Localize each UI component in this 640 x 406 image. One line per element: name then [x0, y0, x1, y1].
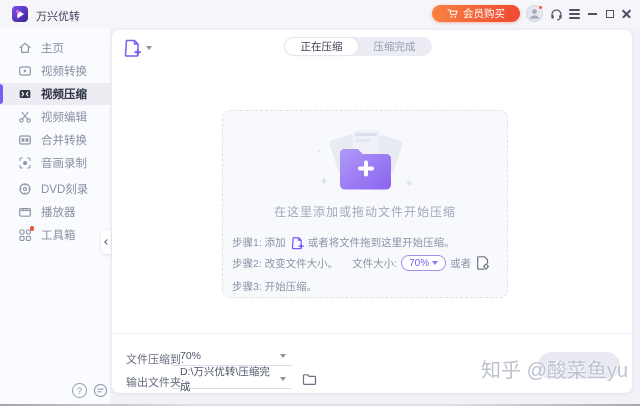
tab-compress-finished[interactable]: 压缩完成 [358, 38, 431, 55]
file-settings-icon[interactable] [475, 255, 491, 271]
add-file-icon [122, 38, 142, 58]
scissors-icon [18, 110, 32, 124]
file-dropzone[interactable]: 在这里添加或拖动文件开始压缩 步骤1: 添加 或者将文件拖到这里开始压缩。 步骤… [222, 110, 508, 298]
dropzone-hint-text: 在这里添加或拖动文件开始压缩 [223, 203, 507, 220]
sidebar-item-label: 视频转换 [41, 63, 87, 79]
footer-divider [112, 333, 632, 334]
home-icon [18, 41, 32, 55]
merge-convert-icon [18, 133, 32, 147]
toolbox-icon [18, 228, 32, 242]
chevron-down-icon [280, 354, 286, 358]
compress-button[interactable] [538, 352, 620, 379]
tab-compressing[interactable]: 正在压缩 [285, 38, 358, 55]
app-window: 万兴优转 会员购买 [0, 0, 640, 406]
window-maximize-button[interactable] [603, 8, 617, 20]
help-icon[interactable]: ? [72, 383, 87, 398]
folder-icon [302, 373, 317, 386]
titlebar: 万兴优转 会员购买 [0, 0, 640, 28]
video-compress-icon [18, 87, 32, 101]
sidebar-item-label: 播放器 [41, 204, 76, 220]
notification-dot [538, 5, 543, 10]
sidebar-item-video-compress[interactable]: 视频压缩 [0, 83, 110, 105]
sidebar-item-label: 合并转换 [41, 132, 87, 148]
window-minimize-button[interactable] [585, 8, 599, 20]
player-icon [18, 205, 32, 219]
record-icon [18, 156, 32, 170]
chevron-down-icon [146, 46, 152, 50]
app-title: 万兴优转 [36, 8, 80, 24]
sidebar-item-video-convert[interactable]: 视频转换 [0, 60, 110, 82]
file-size-dropdown[interactable]: 70% [401, 255, 446, 271]
sidebar-item-player[interactable]: 播放器 [0, 201, 110, 223]
window-close-button[interactable] [620, 8, 634, 20]
output-folder-dropdown[interactable]: D:\万兴优转\压缩完成 [172, 370, 292, 389]
sidebar-item-merge-convert[interactable]: 合并转换 [0, 129, 110, 151]
sidebar-item-home[interactable]: 主页 [0, 37, 110, 59]
cart-icon [447, 9, 458, 19]
sidebar-item-label: 主页 [41, 40, 64, 56]
sidebar-item-label: DVD刻录 [41, 181, 88, 197]
chevron-down-icon [432, 261, 438, 265]
buy-membership-label: 会员购买 [463, 6, 505, 21]
sidebar-item-label: 视频编辑 [41, 109, 87, 125]
sidebar-collapse-handle[interactable] [101, 230, 111, 254]
sidebar-item-dvd-burn[interactable]: DVD刻录 [0, 178, 110, 200]
feedback-icon[interactable] [93, 383, 108, 398]
toolbox-badge-dot [30, 226, 35, 231]
sidebar-item-video-edit[interactable]: 视频编辑 [0, 106, 110, 128]
sidebar-item-toolbox[interactable]: 工具箱 [0, 224, 110, 246]
add-file-button[interactable] [120, 36, 158, 60]
sidebar-item-record[interactable]: 音画录制 [0, 152, 110, 174]
sidebar-item-label: 工具箱 [41, 227, 76, 243]
step-2-row: 步骤2: 改变文件大小。 文件大小: 70% 或者 [232, 255, 491, 271]
video-convert-icon [18, 64, 32, 78]
add-file-icon [290, 236, 304, 250]
sidebar: 主页 视频转换 视频压缩 视频编辑 合并转换 [0, 28, 110, 406]
compress-status-tabs: 正在压缩 压缩完成 [284, 37, 432, 56]
chevron-left-icon [104, 239, 110, 245]
step-3-row: 步骤3: 开始压缩。 [232, 279, 317, 294]
dvd-disc-icon [18, 182, 32, 196]
user-avatar[interactable] [526, 5, 543, 22]
support-headset-icon[interactable] [548, 7, 564, 21]
sidebar-item-label: 视频压缩 [41, 86, 87, 102]
step-1-row: 步骤1: 添加 或者将文件拖到这里开始压缩。 [232, 235, 455, 250]
buy-membership-button[interactable]: 会员购买 [432, 5, 520, 22]
folder-add-illustration [306, 121, 426, 201]
menu-hamburger-icon[interactable] [566, 7, 582, 21]
chevron-down-icon [280, 377, 286, 381]
sidebar-item-label: 音画录制 [41, 155, 87, 171]
browse-folder-button[interactable] [300, 371, 318, 387]
main-panel: 正在压缩 压缩完成 [112, 30, 632, 393]
app-logo-icon [12, 6, 28, 22]
